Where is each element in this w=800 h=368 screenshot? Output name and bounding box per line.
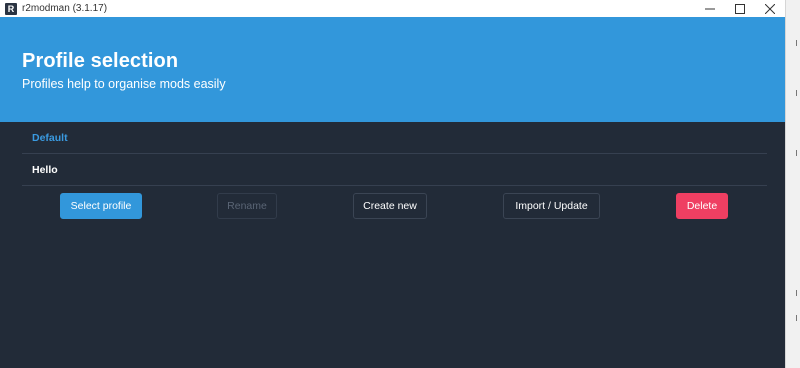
strip-mark [796, 40, 800, 46]
minimize-button[interactable] [695, 0, 725, 17]
app-window: Profile selection Profiles help to organ… [0, 17, 785, 368]
delete-button[interactable]: Delete [676, 193, 728, 219]
strip-mark [796, 150, 800, 156]
strip-mark [796, 290, 800, 296]
background-window-edge [785, 0, 800, 368]
close-button[interactable] [755, 0, 785, 17]
strip-mark [796, 90, 800, 96]
import-update-button[interactable]: Import / Update [503, 193, 600, 219]
window-controls [695, 0, 785, 17]
page-subtitle: Profiles help to organise mods easily [22, 77, 226, 91]
rename-button[interactable]: Rename [217, 193, 277, 219]
minimize-icon [705, 8, 715, 9]
profile-item-default[interactable]: Default [22, 122, 767, 154]
maximize-button[interactable] [725, 0, 755, 17]
profile-list: Default Hello [22, 122, 767, 186]
maximize-icon [735, 3, 745, 14]
strip-mark [796, 315, 800, 321]
window-title: r2modman (3.1.17) [22, 3, 108, 14]
window-titlebar: R r2modman (3.1.17) [0, 0, 785, 17]
page-header: Profile selection Profiles help to organ… [0, 17, 785, 122]
close-icon [765, 3, 775, 14]
page-title: Profile selection [22, 50, 179, 72]
select-profile-button[interactable]: Select profile [60, 193, 142, 219]
create-new-button[interactable]: Create new [353, 193, 427, 219]
app-icon: R [5, 2, 17, 15]
profile-item-hello[interactable]: Hello [22, 154, 767, 186]
